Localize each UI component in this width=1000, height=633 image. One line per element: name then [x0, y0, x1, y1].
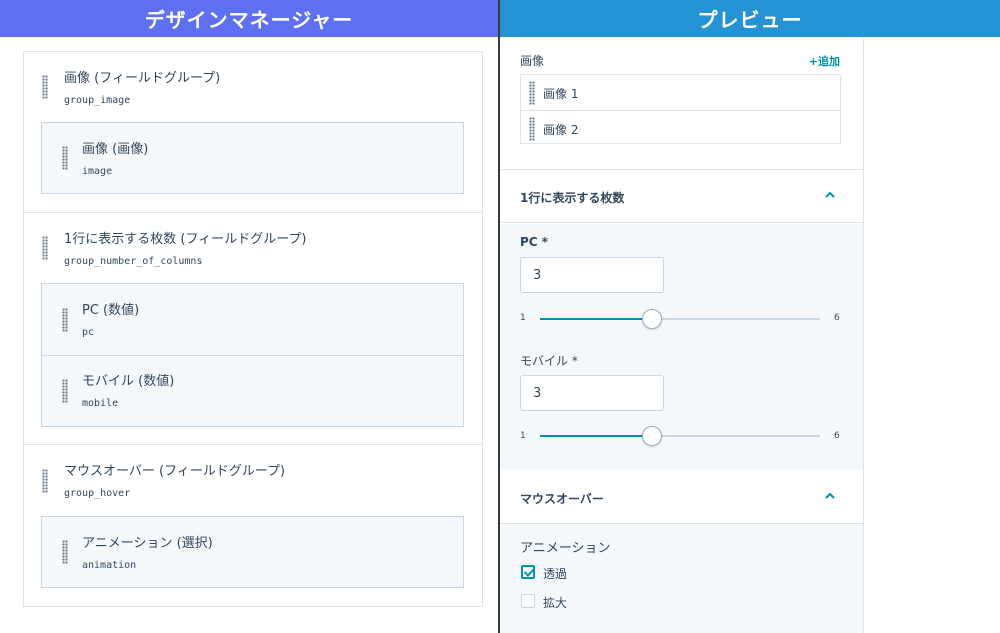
group-title: マウスオーバー (フィールドグループ) — [64, 464, 286, 479]
images-section: 画像 +追加 画像 1 画像 2 — [500, 37, 863, 170]
field-code: pc — [82, 327, 95, 338]
add-image-link[interactable]: +追加 — [809, 53, 840, 69]
pc-slider-thumb[interactable] — [642, 309, 662, 329]
field-animation[interactable]: アニメーション (選択) animation — [42, 517, 463, 587]
hover-accordion-body: アニメーション 透過 拡大 — [500, 525, 863, 633]
field-group-image[interactable]: 画像 (フィールドグループ) group_image 画像 (画像) image — [23, 51, 483, 213]
field-code: animation — [82, 560, 137, 571]
group-title: 画像 (フィールドグループ) — [64, 71, 221, 86]
design-manager-header: デザインマネージャー — [0, 0, 498, 37]
list-item[interactable]: 画像 1 — [521, 75, 840, 110]
mobile-slider-thumb[interactable] — [642, 426, 662, 446]
drag-handle-icon[interactable] — [529, 81, 535, 105]
group-code: group_number_of_columns — [64, 256, 203, 267]
drag-handle-icon[interactable] — [42, 469, 48, 493]
drag-handle-icon[interactable] — [42, 75, 48, 99]
mobile-number-input[interactable]: 3 — [520, 375, 664, 411]
checkbox-zoom[interactable] — [521, 594, 535, 608]
group-code: group_image — [64, 95, 131, 106]
hover-accordion-header[interactable]: マウスオーバー — [500, 471, 863, 524]
checkbox-fade[interactable] — [521, 565, 535, 579]
chevron-up-icon[interactable] — [825, 491, 835, 501]
group-code: group_hover — [64, 488, 131, 499]
field-group-hover[interactable]: マウスオーバー (フィールドグループ) group_hover アニメーション … — [23, 444, 483, 607]
list-item-label: 画像 2 — [543, 123, 579, 137]
pc-slider-max: 6 — [834, 313, 840, 323]
group-title: 1行に表示する枚数 (フィールドグループ) — [64, 232, 307, 247]
pc-slider-min: 1 — [520, 313, 526, 323]
drag-handle-icon[interactable] — [62, 379, 68, 403]
chevron-up-icon[interactable] — [825, 190, 835, 200]
field-title: 画像 (画像) — [82, 142, 149, 157]
mobile-slider[interactable] — [540, 435, 820, 437]
preview-panel: 画像 +追加 画像 1 画像 2 1行に表示する枚数 PC * 3 1 6 モバ… — [500, 37, 864, 633]
field-group-number-of-columns[interactable]: 1行に表示する枚数 (フィールドグループ) group_number_of_co… — [23, 212, 483, 445]
images-label: 画像 — [520, 54, 545, 68]
child-fields: アニメーション (選択) animation — [41, 516, 464, 588]
accordion-title: 1行に表示する枚数 — [520, 191, 625, 205]
columns-accordion-body: PC * 3 1 6 モバイル * 3 1 6 — [500, 224, 863, 470]
preview-header: プレビュー — [500, 0, 1000, 37]
drag-handle-icon[interactable] — [62, 146, 68, 170]
pc-number-input[interactable]: 3 — [520, 257, 664, 293]
field-code: mobile — [82, 398, 119, 409]
checkbox-label: 拡大 — [543, 596, 568, 610]
field-pc[interactable]: PC (数値) pc — [42, 284, 463, 355]
mobile-slider-max: 6 — [834, 431, 840, 441]
field-title: モバイル (数値) — [82, 374, 175, 389]
field-title: PC (数値) — [82, 303, 140, 318]
pc-slider[interactable] — [540, 318, 820, 320]
animation-label: アニメーション — [520, 541, 611, 556]
pc-label: PC * — [520, 235, 549, 249]
drag-handle-icon[interactable] — [529, 117, 535, 141]
field-title: アニメーション (選択) — [82, 536, 213, 551]
design-manager-panel: 画像 (フィールドグループ) group_image 画像 (画像) image… — [0, 37, 498, 633]
drag-handle-icon[interactable] — [62, 308, 68, 332]
drag-handle-icon[interactable] — [62, 540, 68, 564]
field-image[interactable]: 画像 (画像) image — [42, 123, 463, 193]
pc-slider-fill — [540, 318, 652, 320]
child-fields: 画像 (画像) image — [41, 122, 464, 194]
mobile-slider-fill — [540, 435, 652, 437]
field-code: image — [82, 166, 113, 177]
mobile-slider-min: 1 — [520, 431, 526, 441]
accordion-title: マウスオーバー — [520, 492, 604, 506]
list-item-label: 画像 1 — [543, 87, 579, 101]
list-item[interactable]: 画像 2 — [521, 110, 840, 145]
image-list: 画像 1 画像 2 — [520, 74, 841, 144]
field-mobile[interactable]: モバイル (数値) mobile — [42, 355, 463, 426]
mobile-label: モバイル * — [520, 354, 578, 368]
drag-handle-icon[interactable] — [42, 236, 48, 260]
child-fields: PC (数値) pc モバイル (数値) mobile — [41, 283, 464, 427]
columns-accordion-header[interactable]: 1行に表示する枚数 — [500, 170, 863, 223]
checkbox-label: 透過 — [543, 567, 568, 581]
